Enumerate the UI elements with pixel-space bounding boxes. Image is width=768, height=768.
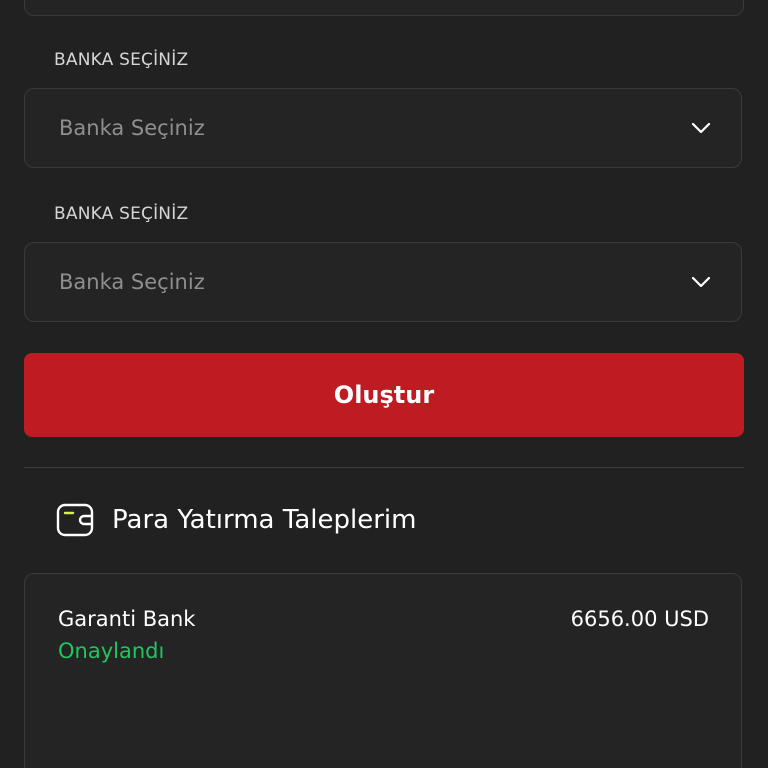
create-button[interactable]: Oluştur bbox=[24, 353, 744, 437]
deposit-status: Onaylandı bbox=[58, 639, 165, 663]
deposit-requests-header: Para Yatırma Taleplerim bbox=[56, 502, 416, 538]
chevron-down-icon bbox=[691, 276, 711, 288]
chevron-down-icon bbox=[691, 122, 711, 134]
bank-select-label-1: BANKA SEÇİNİZ bbox=[54, 50, 189, 70]
deposit-page: BANKA SEÇİNİZ Banka Seçiniz BANKA SEÇİNİ… bbox=[0, 0, 768, 768]
deposit-bank-name: Garanti Bank bbox=[58, 607, 196, 631]
section-divider bbox=[24, 467, 744, 468]
bank-select-label-2: BANKA SEÇİNİZ bbox=[54, 204, 189, 224]
deposit-amount: 6656.00 USD bbox=[570, 607, 709, 631]
wallet-icon bbox=[56, 503, 94, 537]
previous-field-box[interactable] bbox=[24, 0, 744, 16]
bank-select-1-value: Banka Seçiniz bbox=[59, 116, 205, 140]
deposit-request-card[interactable]: Garanti Bank Onaylandı 6656.00 USD bbox=[24, 573, 742, 768]
deposit-requests-title: Para Yatırma Taleplerim bbox=[112, 505, 417, 535]
bank-select-1[interactable]: Banka Seçiniz bbox=[24, 88, 742, 168]
bank-select-2-value: Banka Seçiniz bbox=[59, 270, 205, 294]
bank-select-2[interactable]: Banka Seçiniz bbox=[24, 242, 742, 322]
